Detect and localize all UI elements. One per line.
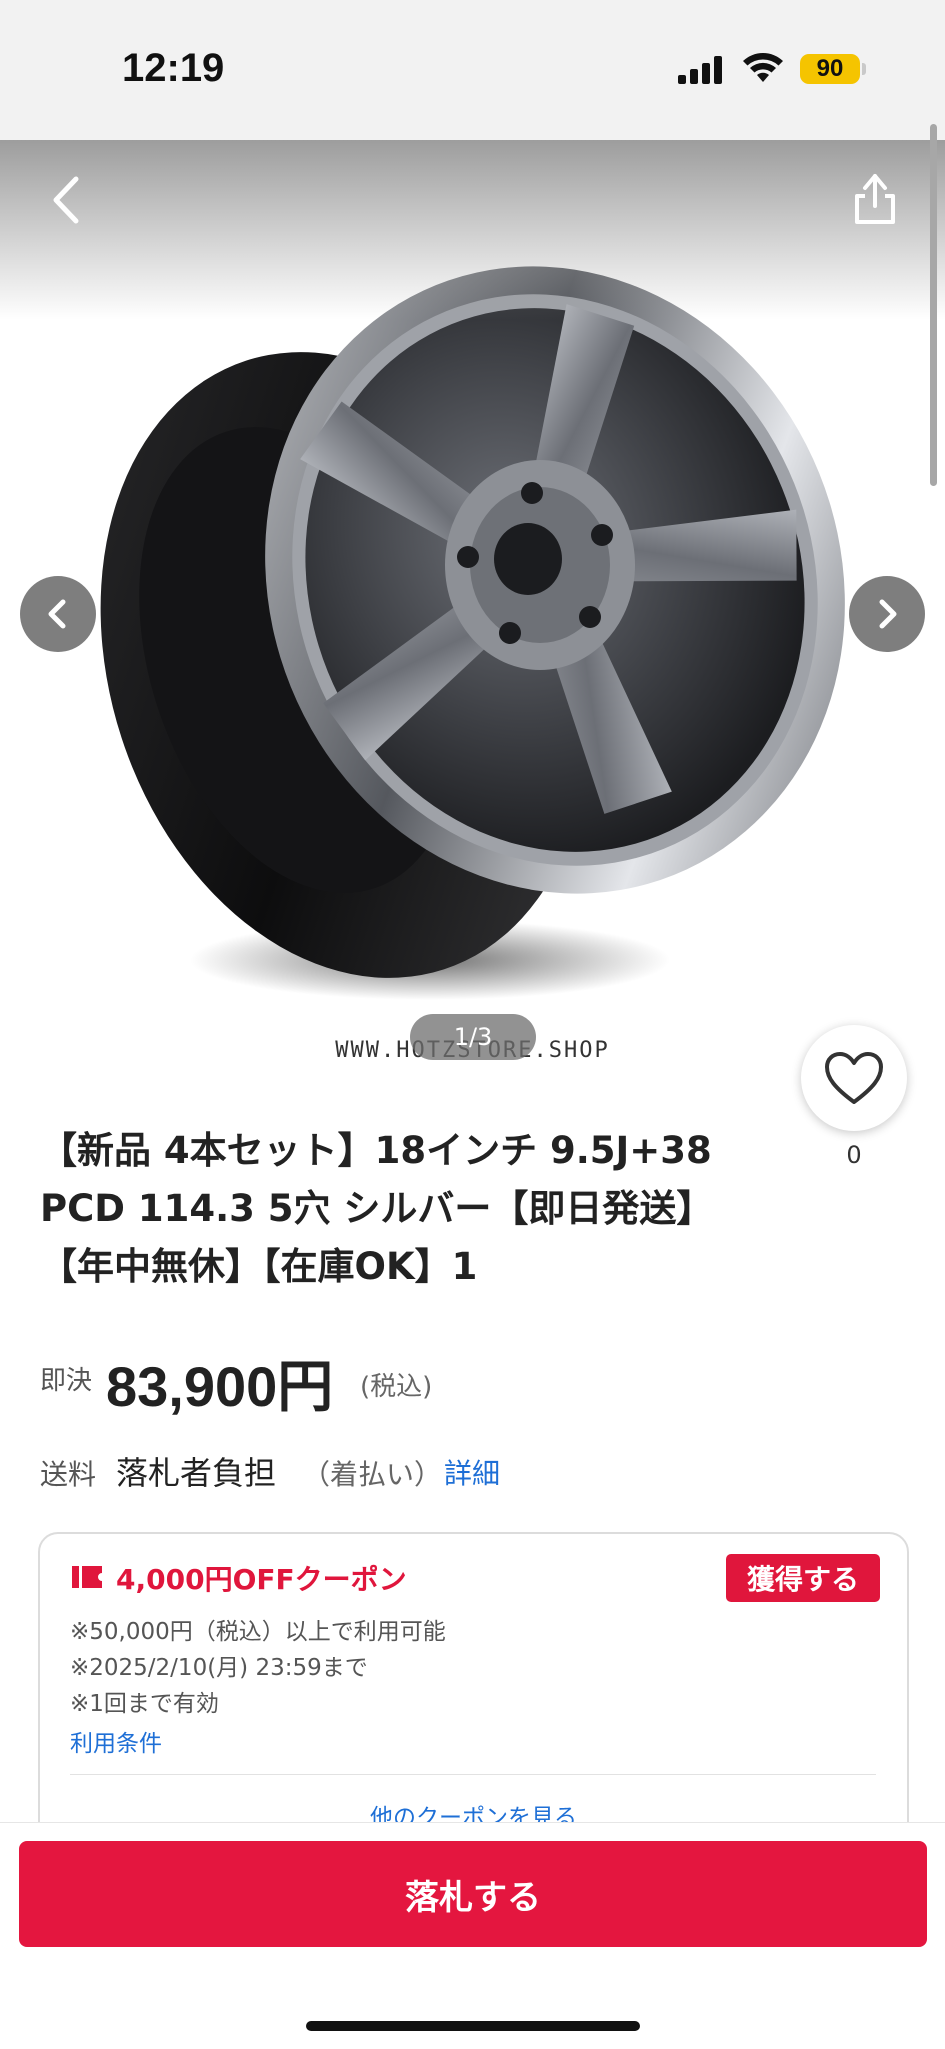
coupon-note: ※2025/2/10(月) 23:59まで (70, 1655, 368, 1681)
coupon-note: ※1回まで有効 (70, 1691, 219, 1717)
scrollbar[interactable] (930, 124, 937, 486)
favorite-button[interactable] (801, 1025, 907, 1131)
bottom-action-bar: 落札する (0, 1822, 945, 2049)
price-value: 83,900円 (106, 1355, 334, 1418)
coupon-notes: ※50,000円（税込）以上で利用可能 ※2025/2/10(月) 23:59ま… (70, 1614, 446, 1722)
price-label: 即決 (40, 1366, 93, 1396)
bid-button[interactable]: 落札する (19, 1841, 927, 1947)
coupon-divider (70, 1774, 876, 1775)
gallery-top-fade (0, 140, 945, 320)
battery-tip (862, 63, 866, 75)
product-title: 【新品 4本セット】18インチ 9.5J+38 PCD 114.3 5穴 シルバ… (40, 1122, 770, 1296)
product-title-line: 【新品 4本セット】18インチ 9.5J+38 (40, 1129, 712, 1172)
shipping-value: 落札者負担 (116, 1454, 277, 1492)
gallery-prev-button[interactable] (20, 576, 96, 652)
product-title-line: 【年中無休】【在庫OK】1 (40, 1245, 478, 1288)
share-icon[interactable] (845, 162, 905, 232)
wifi-icon (743, 53, 783, 82)
status-bar: 12:19 90 (0, 0, 945, 140)
chevron-left-icon (48, 599, 66, 629)
cellular-signal-icon (678, 56, 722, 84)
coupon-ticket-icon (72, 1566, 102, 1588)
gallery-next-button[interactable] (849, 576, 925, 652)
heart-icon (825, 1052, 883, 1104)
product-title-line: PCD 114.3 5穴 シルバー【即日発送】 (40, 1187, 714, 1230)
home-indicator[interactable] (306, 2021, 640, 2031)
coupon-get-button[interactable]: 獲得する (726, 1554, 880, 1602)
battery-indicator: 90 (800, 54, 860, 84)
favorite-count: 0 (846, 1141, 862, 1169)
coupon-title: 4,000円OFFクーポン (116, 1563, 407, 1596)
coupon-card: 4,000円OFFクーポン 獲得する ※50,000円（税込）以上で利用可能 ※… (38, 1532, 909, 1866)
price-tax-note: (税込) (360, 1372, 433, 1402)
back-icon[interactable] (40, 165, 100, 235)
product-image-gallery[interactable]: WWW.HOTZSTORE.SHOP (0, 140, 945, 1070)
status-time: 12:19 (122, 46, 225, 90)
shipping-detail-link[interactable]: 詳細 (444, 1452, 500, 1492)
shipping-note: （着払い） (302, 1458, 443, 1491)
shipping-label: 送料 (40, 1458, 97, 1491)
coupon-terms-link[interactable]: 利用条件 (70, 1724, 162, 1758)
coupon-note: ※50,000円（税込）以上で利用可能 (70, 1619, 446, 1645)
chevron-right-icon (879, 599, 897, 629)
gallery-page-indicator: 1/3 (410, 1014, 536, 1060)
